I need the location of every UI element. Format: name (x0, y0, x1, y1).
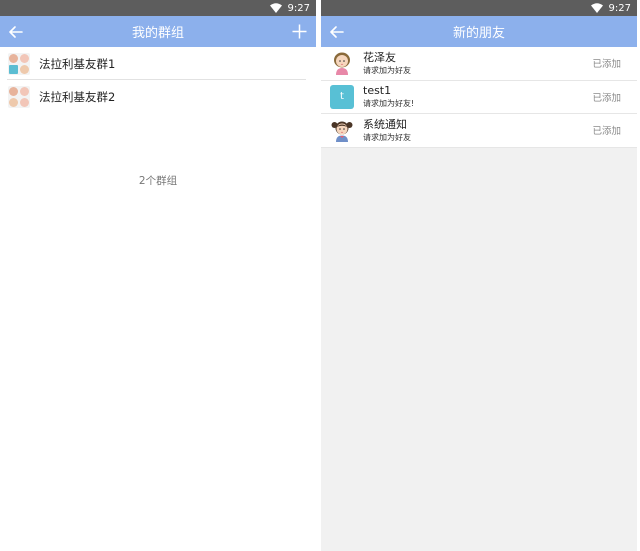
girl-pigtails-avatar-icon (330, 118, 354, 143)
friend-name: 系统通知 (363, 117, 407, 131)
status-time: 9:27 (608, 2, 631, 14)
wifi-icon (269, 3, 282, 13)
app-bar: 新的朋友 (321, 16, 637, 47)
status-badge: 已添加 (592, 126, 621, 138)
status-bar: 9:27 (0, 0, 316, 16)
group-avatar-icon (8, 85, 30, 108)
status-badge: 已添加 (592, 92, 621, 104)
status-time: 9:27 (287, 2, 310, 14)
friend-name: test1 (363, 84, 392, 98)
plus-icon[interactable] (291, 23, 308, 40)
app-bar: 我的群组 (0, 16, 316, 47)
group-list: 法拉利基友群1 法拉利基友群2 (0, 47, 316, 113)
status-bar: 9:27 (321, 0, 637, 16)
group-name: 法拉利基友群2 (39, 89, 116, 104)
girl-avatar-icon (330, 51, 354, 76)
friend-request-row[interactable]: 花泽友 请求加为好友 已添加 (321, 47, 637, 81)
friend-message: 请求加为好友! (363, 99, 415, 109)
new-friends-screen: 9:27 新的朋友 花泽友 请求加为好友 已添加 t test1 请求加为好友!… (321, 0, 637, 551)
arrow-left-icon[interactable] (8, 24, 24, 40)
wifi-icon (590, 3, 603, 13)
page-title: 新的朋友 (452, 26, 505, 41)
group-row[interactable]: 法拉利基友群2 (0, 80, 316, 113)
friend-request-row[interactable]: 系统通知 请求加为好友 已添加 (321, 114, 637, 148)
friend-request-row[interactable]: t test1 请求加为好友! 已添加 (321, 81, 637, 114)
friend-message: 请求加为好友 (363, 65, 411, 75)
friend-request-list: 花泽友 请求加为好友 已添加 t test1 请求加为好友! 已添加 系统通知 … (321, 47, 637, 148)
my-groups-screen: 9:27 我的群组 法拉利基友群1 法拉利基友群2 2个群组 (0, 0, 316, 551)
status-badge: 已添加 (592, 59, 621, 71)
group-count: 2个群组 (138, 175, 178, 187)
friend-message: 请求加为好友 (363, 132, 411, 142)
letter-avatar: t (330, 84, 354, 109)
friend-name: 花泽友 (363, 50, 396, 64)
arrow-left-icon[interactable] (329, 24, 345, 40)
page-title: 我的群组 (131, 26, 184, 41)
group-row[interactable]: 法拉利基友群1 (0, 47, 316, 80)
group-avatar-icon (8, 52, 30, 75)
group-name: 法拉利基友群1 (39, 56, 116, 71)
